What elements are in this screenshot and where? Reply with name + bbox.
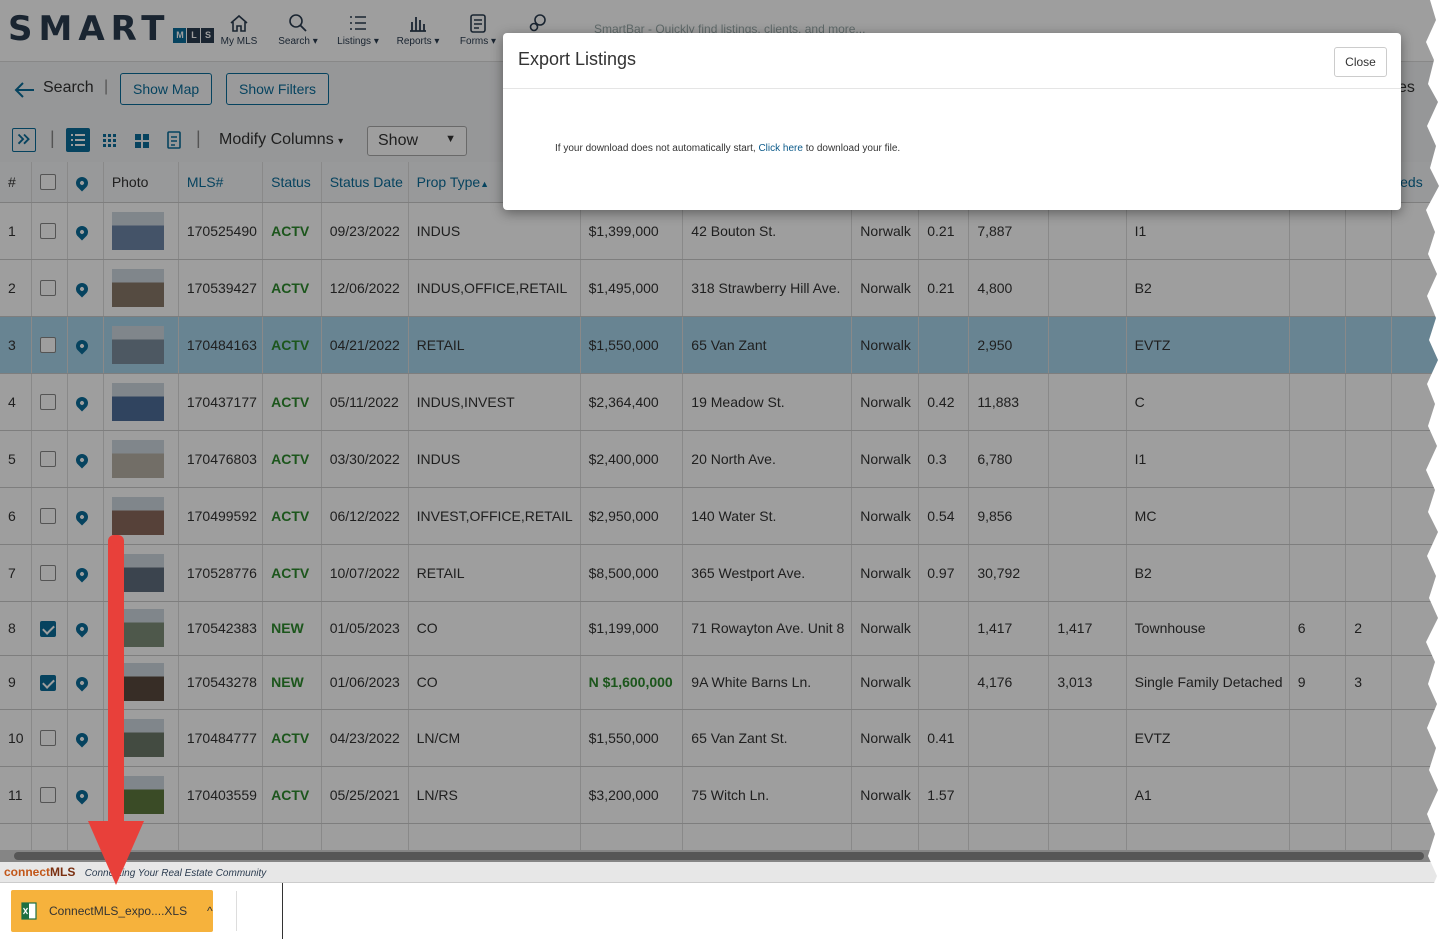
red-arrow-annotation	[88, 535, 144, 885]
excel-file-icon	[21, 902, 37, 920]
modal-message: If your download does not automatically …	[555, 143, 900, 154]
text-cursor-line	[282, 883, 283, 939]
modal-divider	[503, 88, 1401, 89]
modal-message-before: If your download does not automatically …	[555, 143, 759, 154]
torn-paper-edge	[1426, 0, 1448, 939]
chevron-up-icon[interactable]: ^	[207, 904, 213, 918]
download-filename: ConnectMLS_expo....XLS	[49, 904, 188, 918]
close-button[interactable]: Close	[1334, 47, 1387, 77]
download-item[interactable]: ConnectMLS_expo....XLS ^	[11, 890, 213, 932]
modal-title: Export Listings	[518, 49, 637, 69]
browser-download-bar: ConnectMLS_expo....XLS ^	[0, 882, 1440, 939]
export-listings-modal: Export Listings Close If your download d…	[503, 33, 1401, 210]
connectmls-logo: connectMLS	[4, 865, 76, 879]
footer-bar: connectMLS Connecting Your Real Estate C…	[0, 862, 1440, 882]
download-separator	[236, 891, 237, 931]
modal-message-after: to download your file.	[802, 143, 901, 154]
click-here-link[interactable]: Click here	[758, 143, 802, 154]
